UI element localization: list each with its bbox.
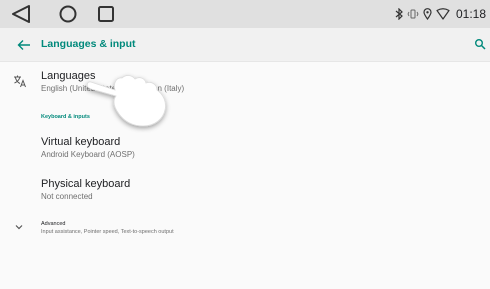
pointing-hand-icon <box>86 75 166 127</box>
advanced-title: Advanced <box>41 221 66 227</box>
back-arrow-icon[interactable] <box>17 38 31 52</box>
chevron-down-icon <box>15 225 23 230</box>
search-icon[interactable] <box>474 38 486 50</box>
home-circle-icon[interactable] <box>58 4 78 24</box>
translate-icon <box>14 75 26 88</box>
status-indicators: 01:18 <box>395 6 486 22</box>
back-triangle-icon[interactable] <box>10 4 32 24</box>
wifi-icon <box>436 8 450 20</box>
recents-square-icon[interactable] <box>97 4 115 24</box>
app-bar: Languages & input <box>0 28 490 62</box>
vibrate-icon <box>407 9 419 19</box>
physical-keyboard-summary: Not connected <box>41 192 93 201</box>
page-title: Languages & input <box>41 38 136 50</box>
virtual-keyboard-item[interactable]: Virtual keyboard Android Keyboard (AOSP) <box>0 128 490 166</box>
status-bar: 01:18 <box>0 0 490 28</box>
bluetooth-icon <box>395 8 403 20</box>
virtual-keyboard-title: Virtual keyboard <box>41 136 121 148</box>
virtual-keyboard-summary: Android Keyboard (AOSP) <box>41 150 135 159</box>
physical-keyboard-item[interactable]: Physical keyboard Not connected <box>0 170 490 208</box>
advanced-item[interactable] <box>0 212 490 242</box>
advanced-summary: Input assistance, Pointer speed, Text-to… <box>41 229 174 235</box>
clock: 01:18 <box>455 7 486 21</box>
languages-item[interactable]: Languages English (United States) and It… <box>0 62 490 106</box>
location-icon <box>423 8 432 20</box>
physical-keyboard-title: Physical keyboard <box>41 178 131 190</box>
